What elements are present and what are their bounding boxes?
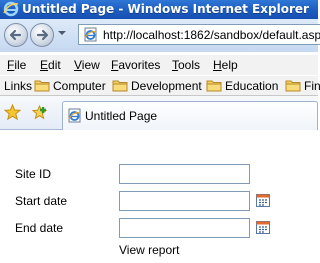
favorites-star-icon[interactable]	[4, 104, 21, 121]
folder-icon	[285, 80, 301, 92]
site-id-input[interactable]	[119, 164, 250, 184]
tab-bar: Untitled Page	[0, 96, 318, 130]
calendar-icon[interactable]	[256, 194, 270, 207]
back-button[interactable]	[4, 23, 28, 47]
forward-button[interactable]	[30, 23, 54, 47]
address-bar[interactable]: http://localhost:1862/sandbox/default.as…	[78, 24, 320, 45]
calendar-icon[interactable]	[256, 221, 270, 234]
start-date-input[interactable]	[119, 191, 250, 211]
title-bar: Untitled Page - Windows Internet Explore…	[0, 0, 318, 19]
menu-edit[interactable]: Edit	[40, 58, 61, 72]
start-date-label: Start date	[15, 194, 68, 208]
ie-logo-icon	[3, 1, 19, 17]
links-label: Links	[4, 79, 33, 93]
view-report-link[interactable]: View report	[119, 243, 179, 257]
tab-untitled-page[interactable]: Untitled Page	[62, 101, 318, 130]
menu-file[interactable]: File	[7, 58, 26, 72]
menu-tools[interactable]: Tools	[172, 58, 200, 72]
page-content: Site ID Start date End date View report	[0, 130, 318, 263]
back-arrow-icon	[9, 29, 22, 41]
recent-pages-dropdown[interactable]	[58, 31, 66, 35]
folder-icon	[34, 80, 50, 92]
folder-icon	[206, 80, 222, 92]
ie-page-icon	[84, 27, 97, 42]
navigation-bar: http://localhost:1862/sandbox/default.as…	[0, 19, 320, 52]
menu-bar: File Edit View Favorites Tools Help	[0, 55, 318, 75]
menu-help[interactable]: Help	[213, 58, 238, 72]
tab-label: Untitled Page	[85, 109, 158, 123]
ie-page-icon	[68, 108, 81, 123]
forward-arrow-icon	[36, 29, 49, 41]
add-favorite-icon[interactable]	[31, 104, 48, 121]
menu-view[interactable]: View	[74, 58, 100, 72]
links-bar: Links Computer Development Education Fin	[0, 76, 320, 96]
window-title: Untitled Page - Windows Internet Explore…	[22, 2, 309, 16]
menu-favorites[interactable]: Favorites	[111, 58, 160, 72]
end-date-label: End date	[15, 221, 64, 235]
address-url[interactable]: http://localhost:1862/sandbox/default.as…	[103, 28, 320, 42]
site-id-label: Site ID	[15, 167, 52, 181]
folder-icon	[112, 80, 128, 92]
end-date-input[interactable]	[119, 218, 250, 238]
